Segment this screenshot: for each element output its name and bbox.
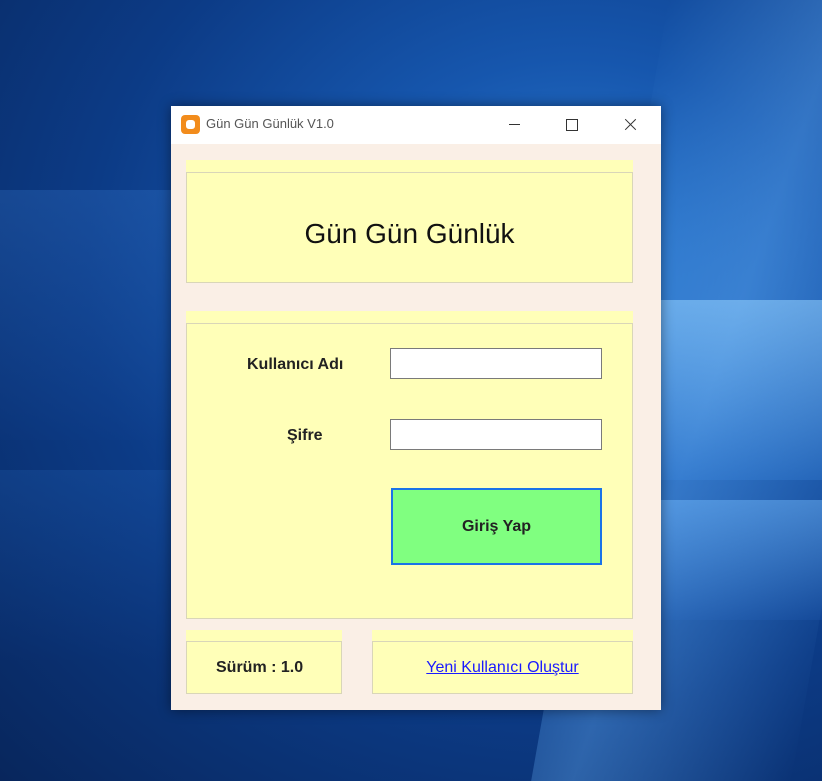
password-input[interactable] [390, 419, 602, 450]
app-window: Gün Gün Günlük V1.0 Gün Gün Günlük Kulla… [171, 106, 661, 710]
maximize-icon [566, 119, 578, 131]
version-panel: Sürüm : 1.0 [186, 641, 342, 694]
title-bar[interactable]: Gün Gün Günlük V1.0 [171, 106, 661, 144]
username-input[interactable] [390, 348, 602, 379]
version-panel-strip [186, 630, 342, 641]
new-user-panel-strip [372, 630, 633, 641]
app-heading: Gün Gün Günlük [304, 218, 515, 249]
desktop-window-pane [660, 300, 822, 480]
desktop-window-pane [660, 500, 822, 620]
desktop-window-pane [0, 470, 171, 660]
desktop-window-pane [0, 190, 171, 440]
new-user-panel: Yeni Kullanıcı Oluştur [372, 641, 633, 694]
minimize-button[interactable] [485, 106, 543, 144]
minimize-icon [509, 124, 520, 125]
app-icon [181, 115, 200, 134]
window-title: Gün Gün Günlük V1.0 [206, 116, 334, 131]
version-label: Sürüm : 1.0 [216, 659, 304, 676]
password-label: Şifre [287, 427, 323, 444]
maximize-button[interactable] [543, 106, 601, 144]
new-user-link[interactable]: Yeni Kullanıcı Oluştur [373, 659, 632, 677]
username-label: Kullanıcı Adı [247, 356, 344, 373]
login-panel-strip [186, 311, 633, 323]
login-panel: Kullanıcı Adı Şifre Giriş Yap [186, 323, 633, 619]
login-button[interactable]: Giriş Yap [391, 488, 602, 565]
header-panel-strip [186, 160, 633, 172]
header-panel: Gün Gün Günlük [186, 172, 633, 283]
close-button[interactable] [601, 106, 659, 144]
